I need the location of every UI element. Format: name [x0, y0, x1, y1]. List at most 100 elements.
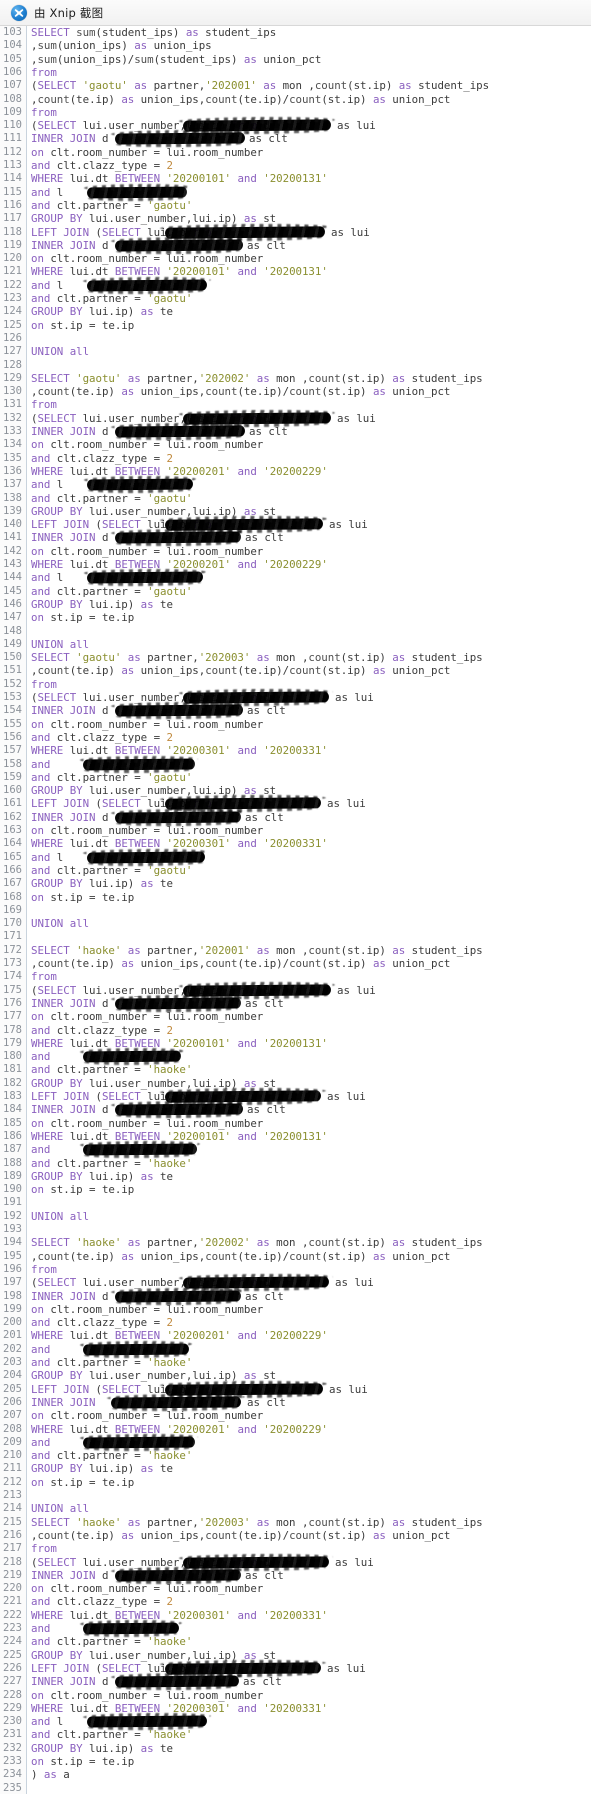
code-line[interactable]: 185 on clt.room_number = lui.room_number — [0, 1117, 591, 1130]
code-line[interactable]: 234) as a — [0, 1768, 591, 1781]
code-line[interactable]: 194 SELECT 'haoke' as partner,'202002' as… — [0, 1236, 591, 1249]
code-line[interactable]: 131 from — [0, 398, 591, 411]
code-line[interactable]: 197 (SELECT lui.user_number,lui.ip from d… — [0, 1276, 591, 1289]
code-line[interactable]: 129 SELECT 'gaotu' as partner,'202002' as… — [0, 372, 591, 385]
code-line[interactable]: 113 and clt.clazz_type = 2 — [0, 159, 591, 172]
code-line[interactable]: 104 ,sum(union_ips) as union_ips — [0, 39, 591, 52]
code-line[interactable]: 114 WHERE lui.dt BETWEEN '20200101' and '… — [0, 172, 591, 185]
code-line[interactable]: 199 on clt.room_number = lui.room_number — [0, 1303, 591, 1316]
code-line[interactable]: 117 GROUP BY lui.user_number,lui.ip) as s… — [0, 212, 591, 225]
code-line[interactable]: 159 and clt.partner = 'gaotu' — [0, 771, 591, 784]
code-line[interactable]: 228 on clt.room_number = lui.room_number — [0, 1689, 591, 1702]
code-line[interactable]: 211 GROUP BY lui.ip) as te — [0, 1462, 591, 1475]
code-line[interactable]: 173 ,count(te.ip) as union_ips,count(te.i… — [0, 957, 591, 970]
code-line[interactable]: 235 — [0, 1782, 591, 1794]
code-line[interactable]: 202 and — [0, 1343, 591, 1356]
code-line[interactable]: 172 SELECT 'haoke' as partner,'202001' as… — [0, 944, 591, 957]
code-editor-pane[interactable]: 103 SELECT sum(student_ips) as student_ip… — [0, 26, 591, 1794]
code-line[interactable]: 229 WHERE lui.dt BETWEEN '20200301' and '… — [0, 1702, 591, 1715]
code-line[interactable]: 178 and clt.clazz_type = 2 — [0, 1024, 591, 1037]
code-line[interactable]: 108 ,count(te.ip) as union_ips,count(te.i… — [0, 93, 591, 106]
code-line[interactable]: 134 on clt.room_number = lui.room_number — [0, 438, 591, 451]
code-line[interactable]: 127 UNION all — [0, 345, 591, 358]
code-line[interactable]: 164 WHERE lui.dt BETWEEN '20200301' and '… — [0, 837, 591, 850]
code-line[interactable]: 196 from — [0, 1263, 591, 1276]
code-line[interactable]: 103 SELECT sum(student_ips) as student_ip… — [0, 26, 591, 39]
code-line[interactable]: 227 INNER JOIN d as clt — [0, 1675, 591, 1688]
code-line[interactable]: 232 GROUP BY lui.ip) as te — [0, 1742, 591, 1755]
code-line[interactable]: 190 on st.ip = te.ip — [0, 1183, 591, 1196]
code-line[interactable]: 175 (SELECT lui.user_number,lui.ip from d… — [0, 984, 591, 997]
code-line[interactable]: 226 LEFT JOIN (SELECT lui.ip from d as lui — [0, 1662, 591, 1675]
code-line[interactable]: 142 on clt.room_number = lui.room_number — [0, 545, 591, 558]
code-line[interactable]: 206 INNER JOIN as clt — [0, 1396, 591, 1409]
code-line[interactable]: 123 and clt.partner = 'gaotu' — [0, 292, 591, 305]
code-line[interactable]: 174 from — [0, 970, 591, 983]
code-line[interactable]: 179 WHERE lui.dt BETWEEN '20200101' and '… — [0, 1037, 591, 1050]
code-line[interactable]: 137 and l — [0, 478, 591, 491]
code-line[interactable]: 140 LEFT JOIN (SELECT lui.ip from d as lui — [0, 518, 591, 531]
code-line[interactable]: 146 GROUP BY lui.ip) as te — [0, 598, 591, 611]
code-line[interactable]: 180 and — [0, 1050, 591, 1063]
code-line[interactable]: 200 and clt.clazz_type = 2 — [0, 1316, 591, 1329]
code-line[interactable]: 209 and — [0, 1436, 591, 1449]
code-line[interactable]: 208 WHERE lui.dt BETWEEN '20200201' and '… — [0, 1423, 591, 1436]
code-line[interactable]: 213 — [0, 1489, 591, 1502]
code-line[interactable]: 214 UNION all — [0, 1502, 591, 1515]
code-line[interactable]: 125 on st.ip = te.ip — [0, 319, 591, 332]
code-line[interactable]: 115 and l — [0, 186, 591, 199]
code-line[interactable]: 121 WHERE lui.dt BETWEEN '20200101' and '… — [0, 265, 591, 278]
code-line[interactable]: 182 GROUP BY lui.user_number,lui.ip) as s… — [0, 1077, 591, 1090]
code-line[interactable]: 217 from — [0, 1542, 591, 1555]
code-line[interactable]: 163 on clt.room_number = lui.room_number — [0, 824, 591, 837]
code-line[interactable]: 126 — [0, 332, 591, 345]
code-line[interactable]: 165 and l — [0, 851, 591, 864]
code-line[interactable]: 110 (SELECT lui.user_number,lui.ip from d… — [0, 119, 591, 132]
code-line[interactable]: 154 INNER JOIN d as clt — [0, 704, 591, 717]
code-line[interactable]: 215 SELECT 'haoke' as partner,'202003' as… — [0, 1516, 591, 1529]
code-line[interactable]: 132 (SELECT lui.user_number,lui.ip from d… — [0, 412, 591, 425]
code-line[interactable]: 225 GROUP BY lui.user_number,lui.ip) as s… — [0, 1649, 591, 1662]
code-line[interactable]: 192 UNION all — [0, 1210, 591, 1223]
code-line[interactable]: 198 INNER JOIN d as clt — [0, 1290, 591, 1303]
code-line[interactable]: 119 INNER JOIN d as clt — [0, 239, 591, 252]
code-line[interactable]: 118 LEFT JOIN (SELECT lui.ip from d as lui — [0, 226, 591, 239]
code-line[interactable]: 156 and clt.clazz_type = 2 — [0, 731, 591, 744]
code-line[interactable]: 160 GROUP BY lui.user_number,lui.ip) as s… — [0, 784, 591, 797]
code-line[interactable]: 169 — [0, 904, 591, 917]
code-line[interactable]: 212 on st.ip = te.ip — [0, 1476, 591, 1489]
code-line[interactable]: 230 and l — [0, 1715, 591, 1728]
code-line[interactable]: 222 WHERE lui.dt BETWEEN '20200301' and '… — [0, 1609, 591, 1622]
code-line[interactable]: 187 and — [0, 1143, 591, 1156]
code-line[interactable]: 155 on clt.room_number = lui.room_number — [0, 718, 591, 731]
code-line[interactable]: 151 ,count(te.ip) as union_ips,count(te.i… — [0, 664, 591, 677]
code-line[interactable]: 135 and clt.clazz_type = 2 — [0, 452, 591, 465]
code-line[interactable]: 193 — [0, 1223, 591, 1236]
code-line[interactable]: 112 on clt.room_number = lui.room_number — [0, 146, 591, 159]
code-line[interactable]: 148 — [0, 625, 591, 638]
code-line[interactable]: 122 and l — [0, 279, 591, 292]
code-line[interactable]: 176 INNER JOIN d as clt — [0, 997, 591, 1010]
code-line[interactable]: 106 from — [0, 66, 591, 79]
code-line[interactable]: 138 and clt.partner = 'gaotu' — [0, 492, 591, 505]
code-line[interactable]: 107 (SELECT 'gaotu' as partner,'202001' a… — [0, 79, 591, 92]
code-line[interactable]: 166 and clt.partner = 'gaotu' — [0, 864, 591, 877]
code-line[interactable]: 133 INNER JOIN d as clt — [0, 425, 591, 438]
code-line[interactable]: 152 from — [0, 678, 591, 691]
code-line[interactable]: 161 LEFT JOIN (SELECT lui.ip from d as lui — [0, 797, 591, 810]
code-line[interactable]: 141 INNER JOIN d as clt — [0, 531, 591, 544]
code-line[interactable]: 210 and clt.partner = 'haoke' — [0, 1449, 591, 1462]
code-line[interactable]: 219 INNER JOIN d as clt — [0, 1569, 591, 1582]
code-line[interactable]: 136 WHERE lui.dt BETWEEN '20200201' and '… — [0, 465, 591, 478]
code-line[interactable]: 186 WHERE lui.dt BETWEEN '20200101' and '… — [0, 1130, 591, 1143]
code-line[interactable]: 233 on st.ip = te.ip — [0, 1755, 591, 1768]
code-line[interactable]: 195 ,count(te.ip) as union_ips,count(te.i… — [0, 1250, 591, 1263]
code-line[interactable]: 162 INNER JOIN d as clt — [0, 811, 591, 824]
code-line[interactable]: 221 and clt.clazz_type = 2 — [0, 1595, 591, 1608]
code-line[interactable]: 144 and l — [0, 571, 591, 584]
code-line[interactable]: 231 and clt.partner = 'haoke' — [0, 1728, 591, 1741]
code-line[interactable]: 181 and clt.partner = 'haoke' — [0, 1063, 591, 1076]
code-line[interactable]: 170 UNION all — [0, 917, 591, 930]
code-line[interactable]: 109 from — [0, 106, 591, 119]
code-line[interactable]: 105 ,sum(union_ips)/sum(student_ips) as u… — [0, 53, 591, 66]
